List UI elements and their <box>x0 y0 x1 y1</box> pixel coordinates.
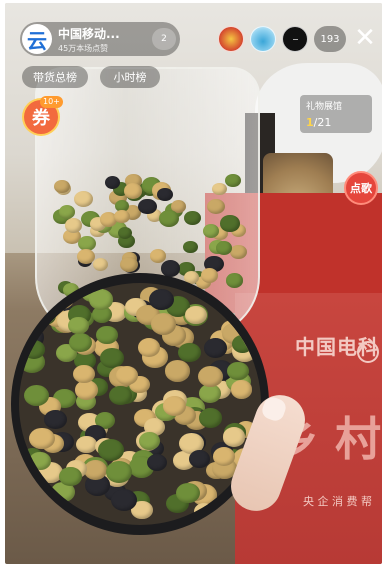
bean <box>203 338 227 358</box>
bean <box>158 209 179 227</box>
gift-hall-total: /21 <box>313 116 332 129</box>
bean <box>216 241 232 255</box>
bean <box>88 289 113 310</box>
bean <box>25 289 51 311</box>
bean <box>223 302 248 323</box>
gift-hall-title: 礼物展馆 <box>306 102 343 112</box>
bean <box>77 248 95 265</box>
bean <box>177 342 201 363</box>
bean <box>50 288 74 309</box>
bean <box>156 188 173 202</box>
bean <box>69 332 93 352</box>
bean <box>184 211 202 226</box>
bean <box>227 361 249 380</box>
bean <box>111 488 138 511</box>
gift-hall-progress: 1/21 <box>306 116 366 129</box>
request-song-button[interactable]: 点歌 <box>344 171 378 205</box>
tab-hourly-ranking[interactable]: 小时榜 <box>100 66 160 88</box>
bean <box>185 306 207 325</box>
coupon-count-badge: 10+ <box>40 96 63 108</box>
bean <box>198 408 222 428</box>
bean <box>193 502 214 521</box>
banner-text-brand: 中国电科 <box>295 335 379 359</box>
bean <box>229 244 248 260</box>
host-avatar[interactable]: 云 <box>22 24 52 54</box>
bean <box>58 204 76 219</box>
host-info-pill[interactable]: 云 中国移动... 45万本场点赞 2 <box>20 22 180 56</box>
viewer-avatar-3[interactable] <box>282 26 308 52</box>
bean <box>114 209 130 223</box>
close-icon[interactable]: ✕ <box>352 23 378 53</box>
bean <box>68 316 89 335</box>
bean <box>92 258 109 272</box>
bean <box>222 427 246 447</box>
bean <box>64 218 83 234</box>
bean <box>198 384 221 403</box>
bean <box>106 461 132 483</box>
bean <box>212 447 235 466</box>
bean <box>220 215 240 232</box>
bean <box>108 385 132 406</box>
bean <box>138 198 157 215</box>
bean <box>212 182 227 195</box>
bean <box>73 365 95 384</box>
viewer-count[interactable]: 193 <box>314 26 346 52</box>
host-text: 中国移动... 45万本场点赞 <box>58 25 120 54</box>
viewer-avatar-2[interactable] <box>250 26 276 52</box>
host-likes: 45万本场点赞 <box>58 43 109 53</box>
bean <box>189 449 211 468</box>
bean <box>147 453 168 471</box>
bean <box>73 191 93 208</box>
bean <box>200 268 219 283</box>
bean <box>164 360 190 382</box>
bean <box>207 198 226 214</box>
banner-text-slogan: 央 企 消 费 帮 <box>303 495 372 508</box>
bean <box>117 227 132 240</box>
lid-beans <box>19 283 261 525</box>
bean <box>150 313 176 335</box>
bean <box>23 339 46 359</box>
bean <box>230 380 253 399</box>
bean <box>225 173 241 188</box>
bean <box>83 460 107 480</box>
host-name: 中国移动... <box>58 26 120 41</box>
tab-sales-ranking[interactable]: 带货总榜 <box>22 66 88 88</box>
viewer-avatar-1[interactable] <box>218 26 244 52</box>
bean <box>226 273 243 288</box>
bean <box>44 410 67 430</box>
bean <box>96 326 118 345</box>
bean <box>162 396 186 416</box>
bean <box>59 466 83 487</box>
bean <box>231 334 253 353</box>
bean <box>183 240 198 254</box>
bean <box>123 182 143 199</box>
bean <box>98 438 125 461</box>
gift-hall-current: 1 <box>306 116 314 129</box>
bean <box>197 365 223 388</box>
gift-hall-panel[interactable]: 礼物展馆 1/21 <box>300 95 372 133</box>
follow-count-badge[interactable]: 2 <box>152 28 176 50</box>
bean <box>29 427 55 450</box>
bean <box>76 435 97 454</box>
